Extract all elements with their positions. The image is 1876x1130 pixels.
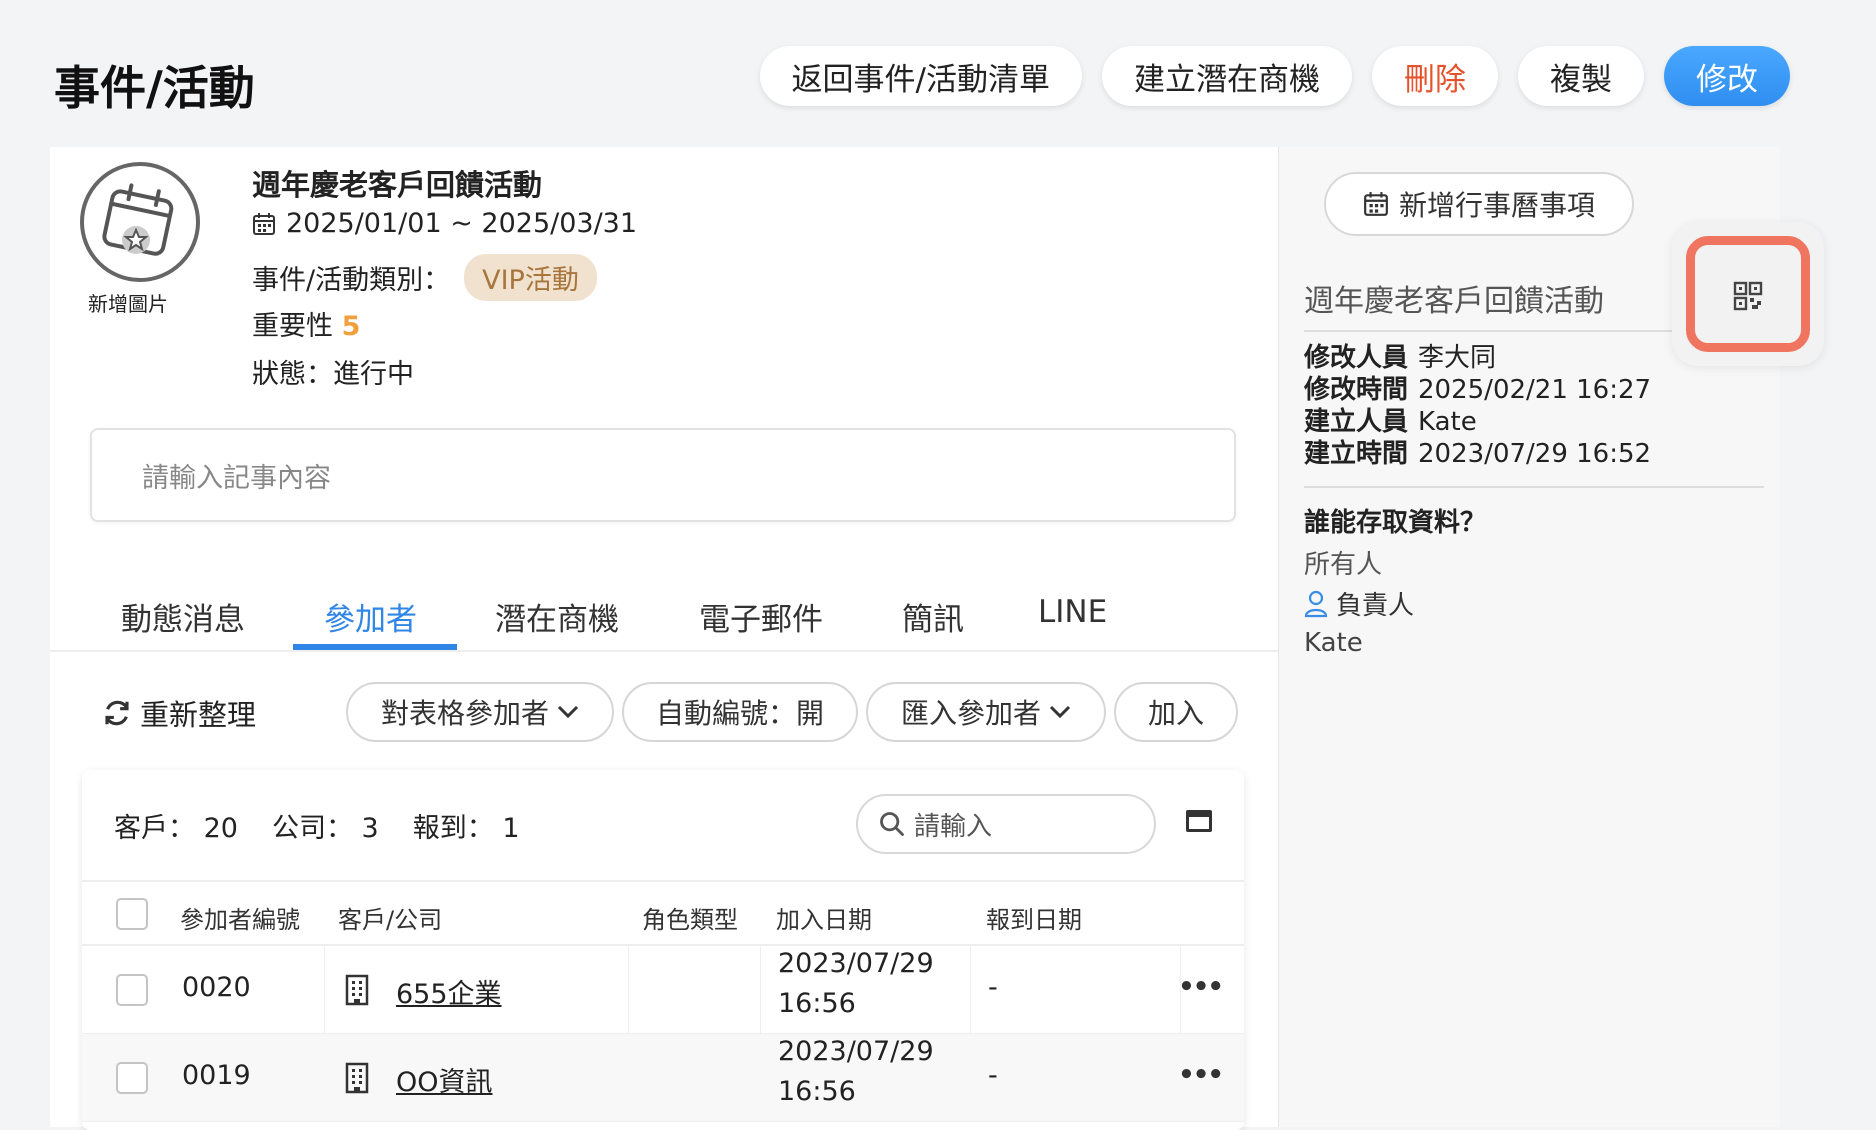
search-placeholder: 請輸入 — [914, 811, 993, 842]
qr-code-icon[interactable] — [1733, 281, 1763, 311]
more-actions-icon[interactable]: ••• — [1178, 1060, 1224, 1090]
owner-label: 負責人 — [1336, 591, 1415, 621]
create-opportunity-button[interactable]: 建立潛在商機 — [1102, 46, 1352, 106]
join-time: 16:56 — [778, 988, 856, 1019]
building-icon — [345, 1062, 369, 1094]
header-actions: 返回事件/活動清單 建立潛在商機 刪除 複製 修改 — [759, 46, 1790, 106]
divider — [1304, 486, 1764, 488]
more-actions-icon[interactable]: ••• — [1178, 972, 1224, 1002]
import-participants-dropdown[interactable]: 匯入參加者 — [866, 682, 1106, 742]
modified-time: 修改時間 2025/02/21 16:27 — [1304, 375, 1652, 405]
edit-button[interactable]: 修改 — [1664, 46, 1790, 106]
category-badge: VIP活動 — [464, 254, 597, 301]
active-tab-indicator — [293, 644, 457, 650]
access-everyone: 所有人 — [1304, 550, 1383, 580]
record-meta: 修改人員 李大同 修改時間 2025/02/21 16:27 建立人員 Kate 建立… — [1304, 342, 1651, 470]
tab-bar: 動態消息 參加者 潛在商機 電子郵件 簡訊 LINE — [50, 580, 1278, 652]
company-link[interactable]: 655企業 — [396, 972, 502, 1011]
access-title: 誰能存取資料？ — [1304, 508, 1487, 538]
add-participant-button[interactable]: 加入 — [1114, 682, 1238, 742]
calendar-star-icon — [102, 183, 174, 256]
tab-opportunities[interactable]: 潛在商機 — [495, 594, 619, 639]
column-header[interactable]: 參加者編號 — [180, 900, 300, 935]
event-date-range: 2025/01/01 ~ 2025/03/31 — [286, 208, 638, 239]
tab-activity[interactable]: 動態消息 — [121, 594, 245, 639]
checkin-date: - — [988, 972, 998, 1003]
search-icon — [880, 812, 904, 836]
calendar-icon — [253, 212, 275, 235]
copy-button[interactable]: 複製 — [1518, 46, 1644, 106]
customers-count: 客戶： 20 — [114, 813, 238, 844]
building-icon — [345, 974, 369, 1006]
company-link[interactable]: OO資訊 — [396, 1060, 493, 1099]
checkin-date: - — [988, 1060, 998, 1091]
add-calendar-event-button[interactable]: 新增行事曆事項 — [1324, 172, 1634, 236]
participant-id: 0019 — [182, 1060, 251, 1091]
refresh-label: 重新整理 — [140, 698, 257, 732]
event-title: 週年慶老客戶回饋活動 — [252, 168, 543, 202]
add-label: 加入 — [1147, 697, 1204, 730]
back-to-list-button[interactable]: 返回事件/活動清單 — [759, 46, 1082, 106]
auto-number-label: 自動編號：開 — [655, 697, 824, 730]
chevron-down-icon — [1049, 705, 1071, 719]
top-bar: 事件/活動 返回事件/活動清單 建立潛在商機 刪除 複製 修改 — [0, 0, 1876, 150]
created-time: 建立時間 2023/07/29 16:52 — [1304, 439, 1652, 469]
event-importance: 重要性 5 — [252, 304, 360, 343]
row-checkbox[interactable] — [116, 1062, 148, 1094]
tab-sms[interactable]: 簡訊 — [902, 594, 964, 639]
column-settings-icon[interactable] — [1186, 810, 1212, 832]
column-header[interactable]: 客戶/公司 — [338, 900, 442, 935]
table-row[interactable]: 0019 OO資訊 2023/07/29 16:56 - ••• — [82, 1034, 1244, 1122]
add-image-label[interactable]: 新增圖片 — [88, 288, 168, 317]
column-divider — [970, 946, 971, 1034]
importance-value: 5 — [341, 311, 361, 342]
join-date: 2023/07/29 — [778, 1036, 934, 1067]
table-row[interactable]: 0020 655企業 2023/07/29 16:56 - ••• — [82, 946, 1244, 1034]
refresh-button[interactable]: 重新整理 — [102, 692, 256, 734]
importance-label: 重要性 — [252, 311, 333, 342]
user-icon — [1304, 590, 1328, 617]
checkin-count: 報到： 1 — [412, 813, 520, 844]
note-input[interactable]: 請輸入記事內容 — [90, 428, 1236, 522]
column-header[interactable]: 加入日期 — [776, 900, 872, 935]
column-divider — [628, 946, 629, 1034]
column-divider — [760, 946, 761, 1034]
import-label: 匯入參加者 — [900, 697, 1041, 730]
participants-table-card: 客戶： 20 公司： 3 報到： 1 請輸入 參加者編號 客戶/公司 角色類型 … — [82, 770, 1244, 1130]
table-header: 參加者編號 客戶/公司 角色類型 加入日期 報到日期 — [82, 880, 1244, 946]
delete-button[interactable]: 刪除 — [1372, 46, 1498, 106]
owner-name: Kate — [1304, 628, 1363, 658]
tab-participants[interactable]: 參加者 — [324, 594, 417, 639]
page-title: 事件/活動 — [54, 61, 255, 115]
modified-by: 修改人員 李大同 — [1304, 343, 1497, 373]
join-date: 2023/07/29 — [778, 948, 934, 979]
to-sheet-label: 對表格參加者 — [380, 697, 549, 730]
side-event-title: 週年慶老客戶回饋活動 — [1304, 284, 1604, 319]
event-status: 狀態：進行中 — [252, 359, 414, 390]
access-owner: 負責人 — [1304, 585, 1414, 622]
event-avatar[interactable] — [80, 162, 200, 282]
event-category: 事件/活動類別： VIP活動 — [252, 254, 597, 301]
summary-counts: 客戶： 20 公司： 3 報到： 1 — [114, 806, 520, 845]
to-sheet-dropdown[interactable]: 對表格參加者 — [346, 682, 614, 742]
column-divider — [324, 946, 325, 1034]
tab-email[interactable]: 電子郵件 — [699, 594, 823, 639]
companies-count: 公司： 3 — [271, 813, 379, 844]
tab-line[interactable]: LINE — [1038, 594, 1107, 630]
created-by: 建立人員 Kate — [1304, 407, 1477, 437]
search-input[interactable]: 請輸入 — [856, 794, 1156, 854]
calendar-icon — [1364, 192, 1388, 216]
add-calendar-label: 新增行事曆事項 — [1398, 189, 1595, 222]
select-all-checkbox[interactable] — [116, 898, 148, 930]
column-header[interactable]: 角色類型 — [642, 900, 738, 935]
column-header[interactable]: 報到日期 — [986, 900, 1082, 935]
row-checkbox[interactable] — [116, 974, 148, 1006]
chevron-down-icon — [557, 705, 579, 719]
category-label: 事件/活動類別： — [252, 265, 451, 296]
join-time: 16:56 — [778, 1076, 856, 1107]
refresh-icon — [105, 700, 129, 726]
auto-number-toggle[interactable]: 自動編號：開 — [622, 682, 858, 742]
event-date: 2025/01/01 ~ 2025/03/31 — [252, 208, 637, 239]
participant-id: 0020 — [182, 972, 251, 1003]
